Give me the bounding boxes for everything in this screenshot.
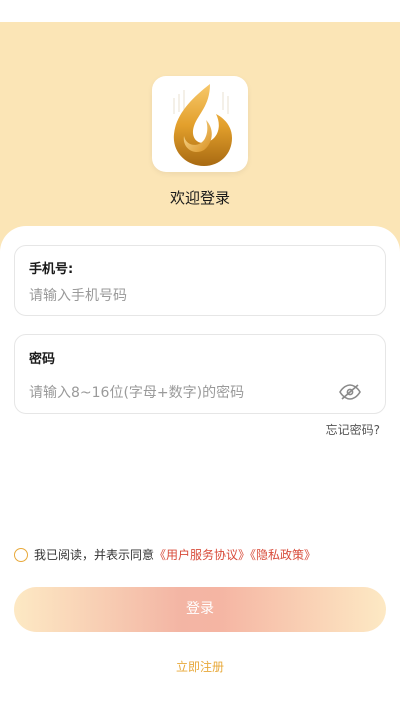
forgot-password-link[interactable]: 忘记密码? <box>326 421 380 438</box>
user-agreement-link[interactable]: 《用户服务协议》 <box>154 548 250 562</box>
register-link[interactable]: 立即注册 <box>0 658 400 675</box>
radio-circle-icon[interactable] <box>14 548 28 562</box>
login-button[interactable]: 登录 <box>14 587 386 632</box>
flame-logo-icon <box>173 84 232 166</box>
agreement-prefix: 我已阅读，并表示同意 <box>34 548 155 562</box>
status-bar <box>0 0 400 22</box>
eye-off-icon[interactable] <box>339 383 361 401</box>
phone-field[interactable]: 手机号: <box>14 245 386 316</box>
welcome-title: 欢迎登录 <box>169 189 230 207</box>
privacy-policy-link[interactable]: 《隐私政策》 <box>250 548 316 562</box>
password-input[interactable] <box>29 382 329 404</box>
phone-label: 手机号: <box>29 262 74 277</box>
password-field[interactable]: 密码 <box>14 334 386 414</box>
app-logo <box>152 76 248 172</box>
password-label: 密码 <box>29 352 56 367</box>
agreement-row: 我已阅读，并表示同意《用户服务协议》《隐私政策》 <box>14 546 316 563</box>
phone-input[interactable] <box>29 285 329 307</box>
